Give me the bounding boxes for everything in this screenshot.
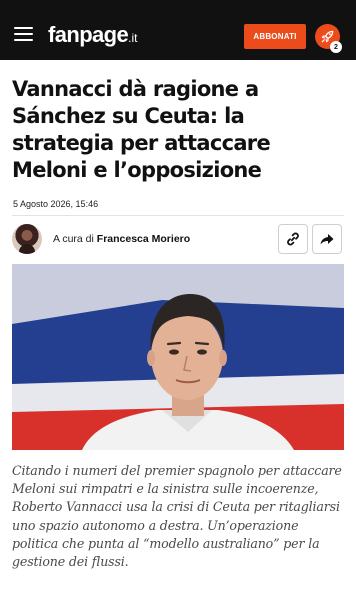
author-row: A cura di Francesca Moriero: [12, 224, 344, 256]
site-logo[interactable]: fanpage.it: [48, 22, 138, 51]
author-avatar[interactable]: [12, 224, 42, 254]
notification-count-badge: 2: [330, 41, 342, 53]
article-hero-image: [12, 264, 344, 450]
byline: A cura di Francesca Moriero: [53, 233, 190, 245]
site-header: fanpage.it ABBONATI 2: [0, 0, 356, 60]
logo-tld: .it: [128, 31, 138, 45]
hamburger-menu-icon[interactable]: [14, 27, 33, 41]
byline-prefix: A cura di: [53, 233, 94, 245]
divider: [12, 215, 344, 216]
link-icon: [287, 232, 299, 246]
share-arrow-icon: [320, 234, 334, 245]
author-name[interactable]: Francesca Moriero: [97, 233, 190, 245]
portrait-illustration: [12, 264, 344, 450]
logo-text: fanpage: [48, 22, 129, 47]
copy-link-button[interactable]: [278, 224, 308, 254]
article-lede: Citando i numeri del premier spagnolo pe…: [12, 463, 342, 570]
subscribe-button[interactable]: ABBONATI: [244, 24, 306, 49]
publish-date: 5 Agosto 2026, 15:46: [13, 199, 99, 209]
article-headline: Vannacci dà ragione a Sánchez su Ceuta: …: [12, 77, 271, 182]
share-button[interactable]: [312, 224, 342, 254]
